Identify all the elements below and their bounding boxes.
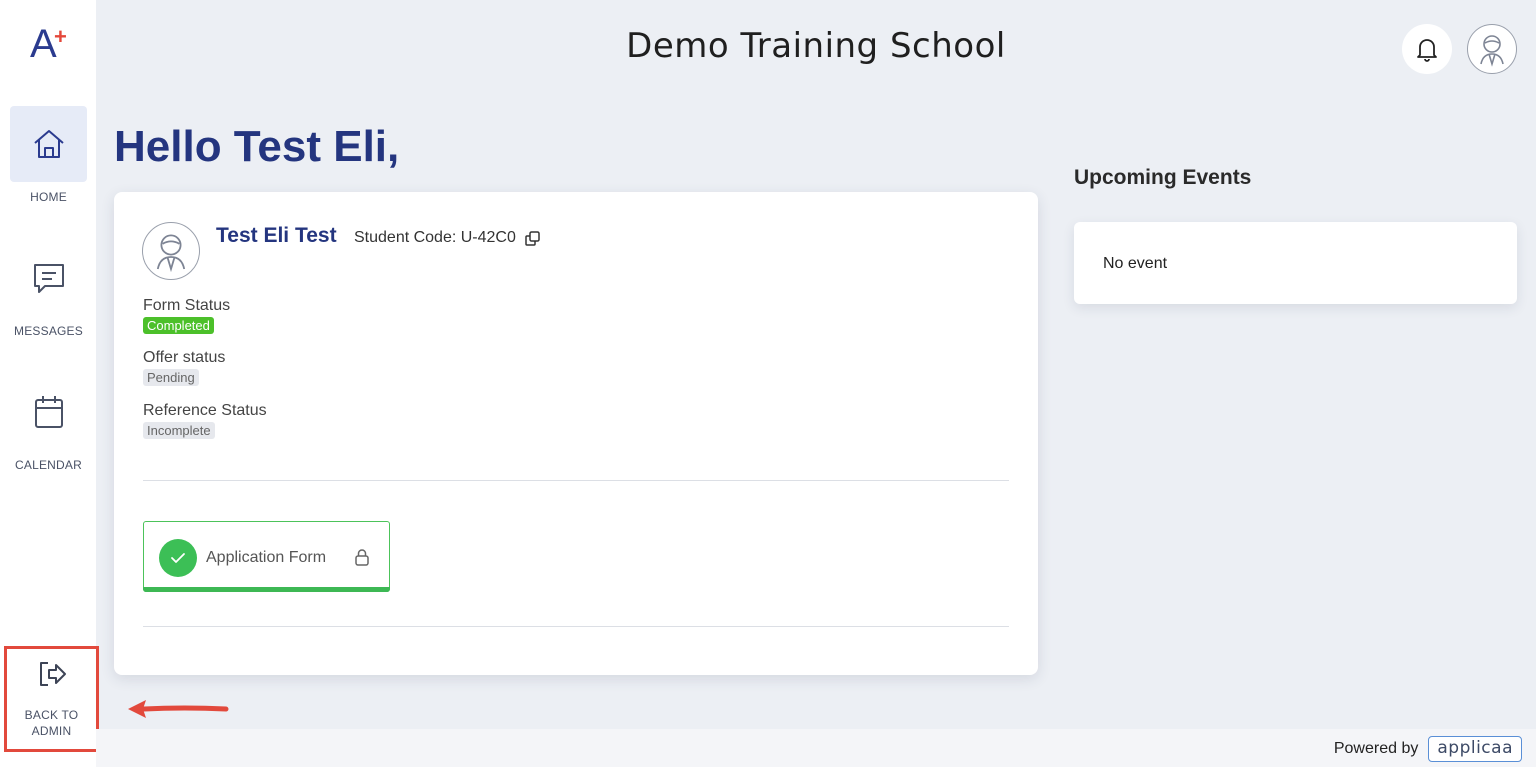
back-to-admin-line1: BACK TO xyxy=(24,708,79,722)
reference-status-label: Reference Status xyxy=(143,402,267,419)
divider xyxy=(143,626,1009,627)
avatar xyxy=(142,222,200,280)
lock-icon xyxy=(355,549,369,566)
annotation-arrow-icon xyxy=(128,700,229,718)
student-name: Test Eli Test xyxy=(216,224,337,247)
sidebar-item-home[interactable]: HOME xyxy=(10,106,87,204)
student-card: Test Eli Test Student Code: U-42C0 Form … xyxy=(114,192,1038,675)
logout-arrow-icon xyxy=(39,662,66,686)
upcoming-events-card: No event xyxy=(1074,222,1517,304)
sidebar-item-calendar[interactable]: CALENDAR xyxy=(10,374,87,472)
application-form-button[interactable]: Application Form xyxy=(143,521,390,592)
sidebar-item-label: HOME xyxy=(30,190,67,204)
offer-status: Offer status Pending xyxy=(143,349,225,387)
powered-by-text: Powered by xyxy=(1333,740,1419,757)
check-icon xyxy=(171,553,185,563)
check-circle xyxy=(159,539,197,577)
status-badge: Completed xyxy=(143,317,214,334)
user-avatar-icon xyxy=(156,234,186,273)
form-status: Form Status Completed xyxy=(143,297,230,335)
back-to-admin-button[interactable]: BACK TO ADMIN xyxy=(4,646,99,752)
user-avatar-button[interactable] xyxy=(1467,24,1517,74)
home-icon xyxy=(33,130,64,158)
divider xyxy=(143,480,1009,481)
powered-by: Powered by applicaa xyxy=(1334,736,1522,762)
back-to-admin-label: BACK TO ADMIN xyxy=(25,707,79,739)
nav-icon-box xyxy=(10,240,87,316)
applicaa-logo[interactable]: applicaa xyxy=(1428,736,1522,762)
upcoming-events-title: Upcoming Events xyxy=(1074,166,1252,189)
sidebar: A + HOME MESSAGES CALENDAR BACK TO ADMIN xyxy=(0,0,99,767)
bell-icon xyxy=(1417,39,1437,62)
nav-icon-box xyxy=(10,106,87,182)
form-status-label: Form Status xyxy=(143,297,231,314)
user-avatar-icon xyxy=(1480,35,1504,67)
copy-icon[interactable] xyxy=(524,230,541,247)
status-badge: Pending xyxy=(143,369,199,386)
nav-icon-box xyxy=(10,374,87,450)
message-icon xyxy=(33,264,64,293)
notifications-button[interactable] xyxy=(1402,24,1452,74)
application-form-label: Application Form xyxy=(206,549,327,566)
greeting-heading: Hello Test Eli, xyxy=(114,122,400,171)
sidebar-item-messages[interactable]: MESSAGES xyxy=(10,240,87,338)
page-header-title: Demo Training School xyxy=(626,26,1006,66)
progress-bar xyxy=(143,587,390,592)
back-to-admin-line2: ADMIN xyxy=(31,724,72,738)
student-code: Student Code: U-42C0 xyxy=(354,229,541,247)
offer-status-label: Offer status xyxy=(143,349,226,366)
footer: Powered by applicaa xyxy=(96,729,1536,767)
calendar-icon xyxy=(34,396,63,428)
sidebar-item-label: CALENDAR xyxy=(15,458,82,472)
status-badge: Incomplete xyxy=(143,422,215,439)
student-code-text: Student Code: U-42C0 xyxy=(354,229,516,246)
no-event-text: No event xyxy=(1103,255,1168,272)
sidebar-item-label: MESSAGES xyxy=(14,324,83,338)
reference-status: Reference Status Incomplete xyxy=(143,402,267,440)
